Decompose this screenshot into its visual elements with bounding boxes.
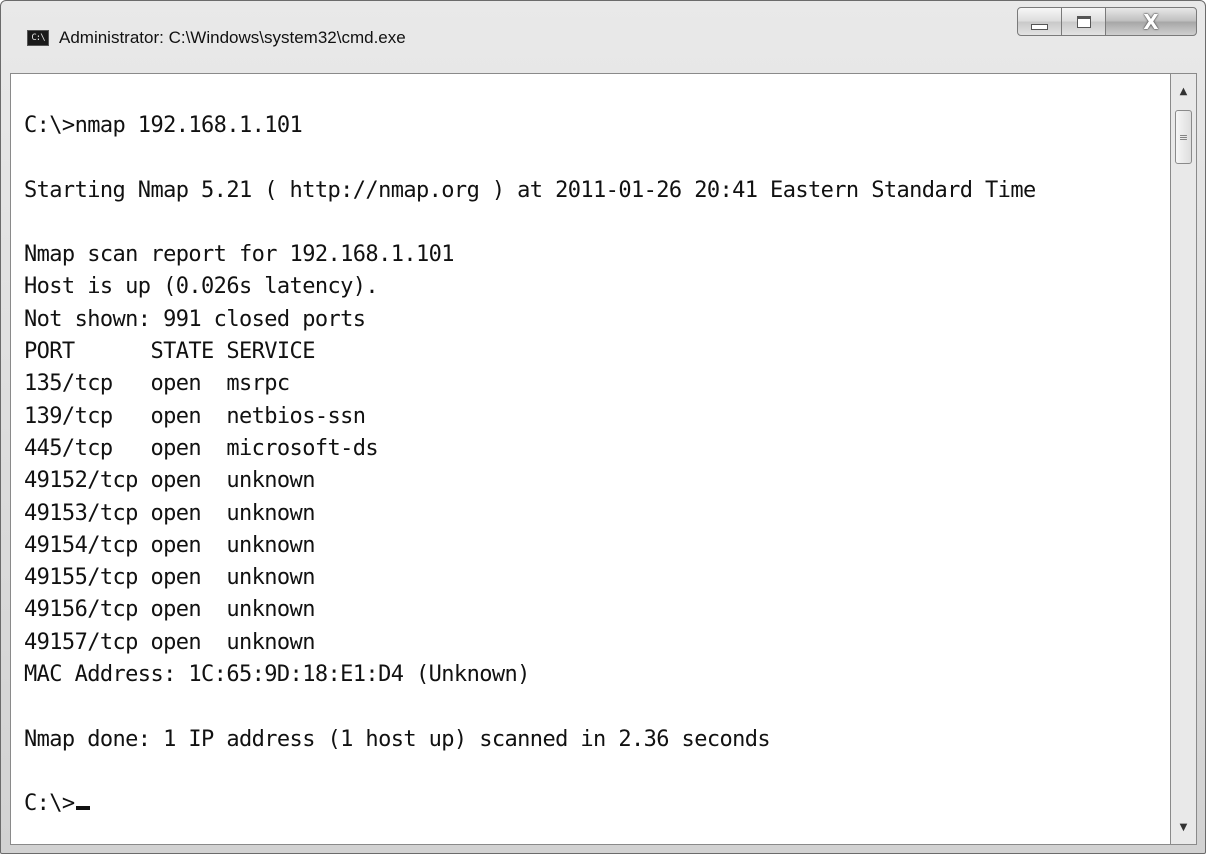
console-line: MAC Address: 1C:65:9D:18:E1:D4 (Unknown) xyxy=(24,662,530,688)
console-line: 49155/tcp open unknown xyxy=(24,565,315,591)
console-line: 49157/tcp open unknown xyxy=(24,629,315,655)
console-line: 49154/tcp open unknown xyxy=(24,532,315,558)
close-icon: X xyxy=(1143,9,1159,34)
vertical-scrollbar[interactable]: ▲ ≡ ▼ xyxy=(1171,73,1197,845)
console-line: 49153/tcp open unknown xyxy=(24,500,315,526)
console-line: 135/tcp open msrpc xyxy=(24,371,290,397)
minimize-icon xyxy=(1031,23,1048,30)
console-line: 139/tcp open netbios-ssn xyxy=(24,403,366,429)
close-button[interactable]: X xyxy=(1105,7,1197,36)
maximize-icon xyxy=(1076,15,1091,28)
title-bar[interactable]: C:\ Administrator: C:\Windows\system32\c… xyxy=(1,1,1205,55)
maximize-button[interactable] xyxy=(1061,7,1106,36)
console-line: 49152/tcp open unknown xyxy=(24,468,315,494)
cmd-icon[interactable]: C:\ xyxy=(27,30,49,46)
scroll-up-arrow-icon[interactable]: ▲ xyxy=(1171,78,1196,104)
console-line: Nmap done: 1 IP address (1 host up) scan… xyxy=(24,726,771,752)
console-line: C:\>nmap 192.168.1.101 xyxy=(24,113,303,138)
minimize-button[interactable] xyxy=(1017,7,1062,36)
cmd-window: C:\ Administrator: C:\Windows\system32\c… xyxy=(0,0,1206,854)
console-line: PORT STATE SERVICE xyxy=(24,339,315,365)
text-cursor xyxy=(75,806,90,811)
console-line: C:\> xyxy=(24,788,1036,820)
scroll-thumb[interactable]: ≡ xyxy=(1175,110,1192,164)
console-line: Not shown: 991 closed ports xyxy=(24,306,366,332)
console-text: C:\>nmap 192.168.1.101 Starting Nmap 5.21… xyxy=(24,110,1036,821)
window-title: Administrator: C:\Windows\system32\cmd.e… xyxy=(59,28,406,47)
console-line: Host is up (0.026s latency). xyxy=(24,274,379,300)
console-output[interactable]: C:\>nmap 192.168.1.101 Starting Nmap 5.21… xyxy=(10,73,1171,845)
scroll-down-arrow-icon[interactable]: ▼ xyxy=(1171,814,1196,840)
console-line: Nmap scan report for 192.168.1.101 xyxy=(24,242,455,268)
console-line: 445/tcp open microsoft-ds xyxy=(24,435,379,461)
console-line: 49156/tcp open unknown xyxy=(24,597,315,623)
console-line: Starting Nmap 5.21 ( http://nmap.org ) a… xyxy=(24,177,1036,203)
